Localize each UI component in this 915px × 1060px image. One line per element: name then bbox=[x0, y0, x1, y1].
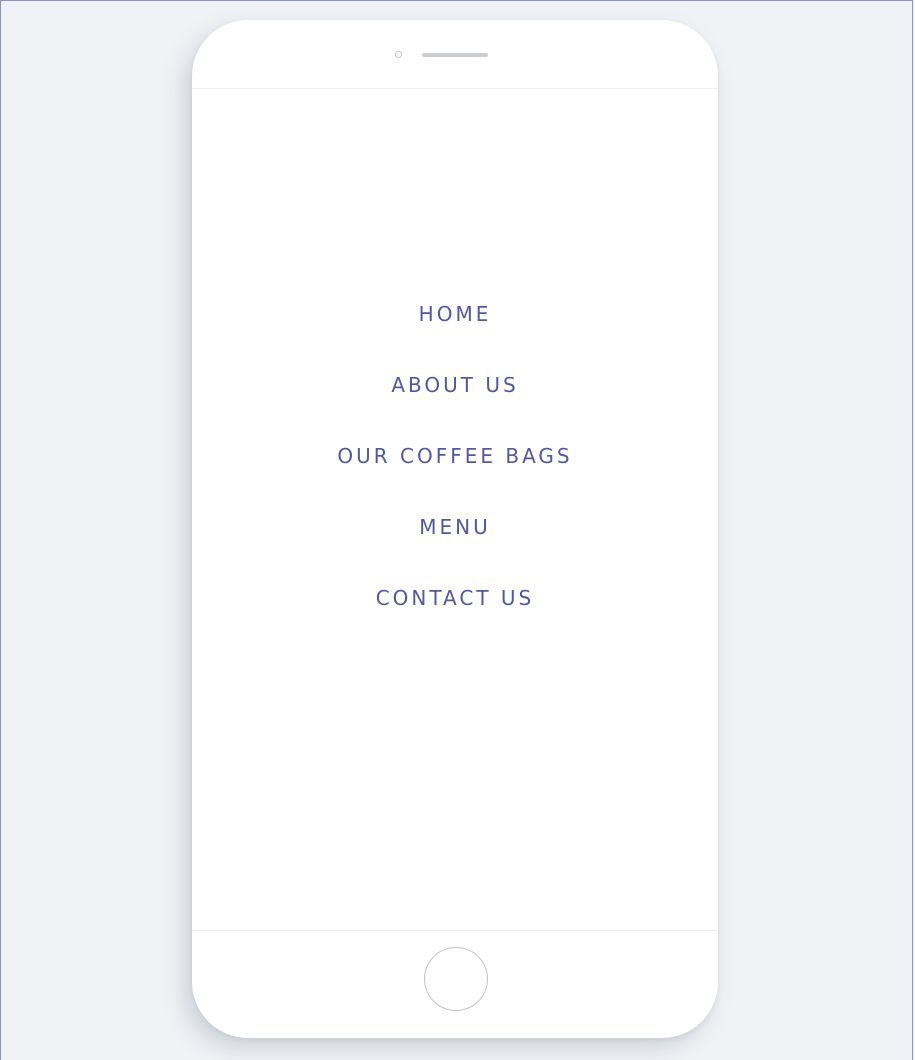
nav-item-about-us[interactable]: ABOUT US bbox=[192, 370, 718, 441]
navigation-menu: HOME ABOUT US OUR COFFEE BAGS MENU CONTA… bbox=[192, 299, 718, 654]
nav-item-menu[interactable]: MENU bbox=[192, 512, 718, 583]
phone-top-bezel bbox=[192, 20, 718, 89]
nav-item-home[interactable]: HOME bbox=[192, 299, 718, 370]
nav-item-contact-us[interactable]: CONTACT US bbox=[192, 583, 718, 654]
nav-item-our-coffee-bags[interactable]: OUR COFFEE BAGS bbox=[192, 441, 718, 512]
speaker-icon bbox=[422, 53, 488, 57]
home-button-icon[interactable] bbox=[424, 947, 488, 1011]
camera-icon bbox=[395, 51, 402, 58]
phone-mockup: HOME ABOUT US OUR COFFEE BAGS MENU CONTA… bbox=[192, 20, 718, 1038]
phone-screen: HOME ABOUT US OUR COFFEE BAGS MENU CONTA… bbox=[192, 89, 718, 929]
phone-bottom-bezel bbox=[192, 930, 718, 1038]
